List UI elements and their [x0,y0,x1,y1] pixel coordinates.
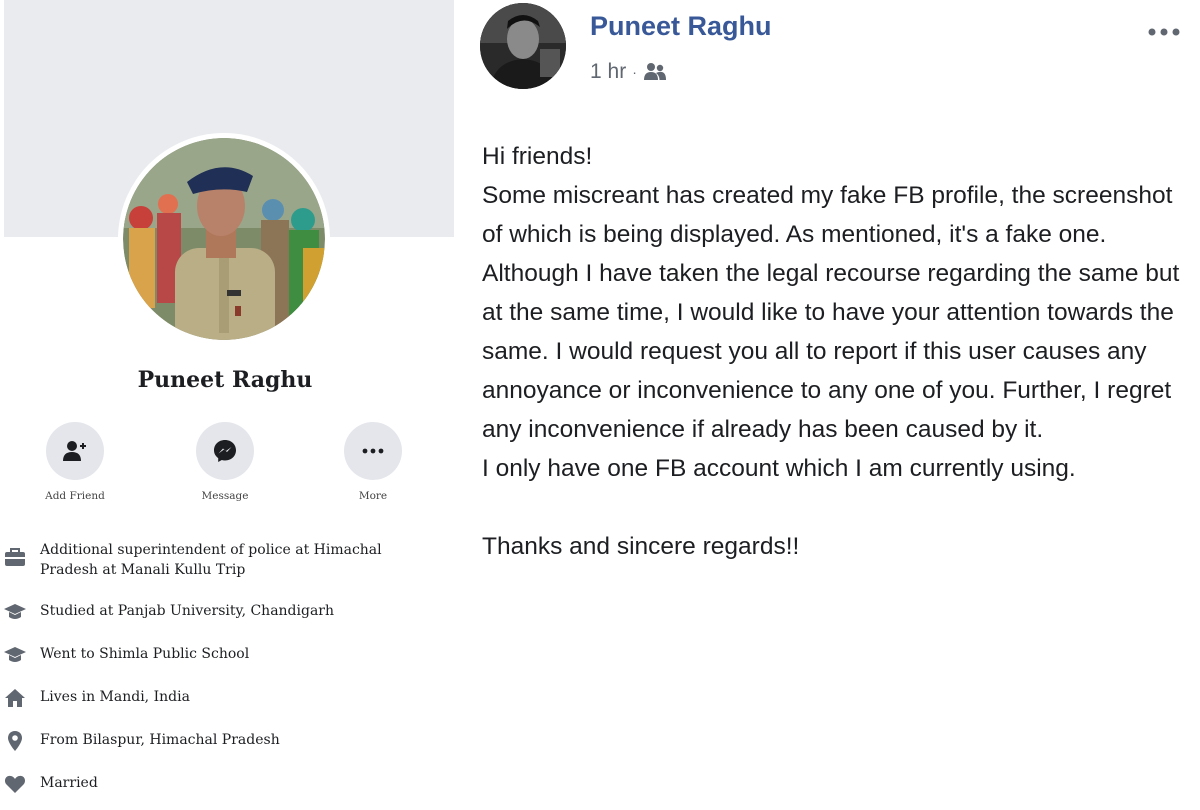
more-label: More [358,490,388,502]
profile-name: Puneet Raghu [137,367,313,393]
home-icon [5,689,25,707]
post-greeting: Hi friends! [482,143,593,170]
add-friend-icon [63,441,86,461]
post-timestamp[interactable]: 1 hr [590,60,626,84]
intro-relationship-text: Married [40,775,98,791]
message-label: Message [201,490,249,502]
message-button[interactable]: Message [175,422,275,502]
briefcase-icon [5,548,25,566]
post-body: Hi friends! Some miscreant has created m… [482,137,1192,566]
profile-photo [123,138,325,340]
profile-panel: Puneet Raghu Add Friend Message More Add… [0,0,458,810]
messenger-icon [214,440,236,462]
graduation-cap-icon [4,647,26,662]
more-icon [362,448,384,454]
more-button[interactable]: More [323,422,423,502]
graduation-cap-icon [4,604,26,619]
profile-avatar[interactable] [118,133,330,345]
post-author-name[interactable]: Puneet Raghu [590,11,772,42]
intro-school-text: Went to Shimla Public School [40,646,250,662]
author-photo [480,3,566,89]
intro-university-text: Studied at Panjab University, Chandigarh [40,603,335,619]
location-pin-icon [8,731,22,751]
intro-work-text: Additional superintendent of police at H… [40,542,382,578]
post-signoff: Thanks and sincere regards!! [482,533,800,560]
post-meta: 1 hr · [590,60,667,84]
add-friend-button[interactable]: Add Friend [25,422,125,502]
friends-icon[interactable] [643,62,667,82]
meta-separator: · [632,64,637,80]
intro-lives-text: Lives in Mandi, India [40,689,190,705]
heart-icon [4,775,26,793]
intro-from-text: From Bilaspur, Himachal Pradesh [40,732,280,748]
post: Puneet Raghu 1 hr · Hi friends! Some mis… [458,0,1200,810]
post-paragraph: Some miscreant has created my fake FB pr… [482,182,1180,443]
add-friend-label: Add Friend [45,490,105,502]
post-options-button[interactable] [1146,16,1182,44]
more-dots-icon [1148,28,1180,36]
post-paragraph: I only have one FB account which I am cu… [482,455,1076,482]
post-author-avatar[interactable] [480,3,566,89]
